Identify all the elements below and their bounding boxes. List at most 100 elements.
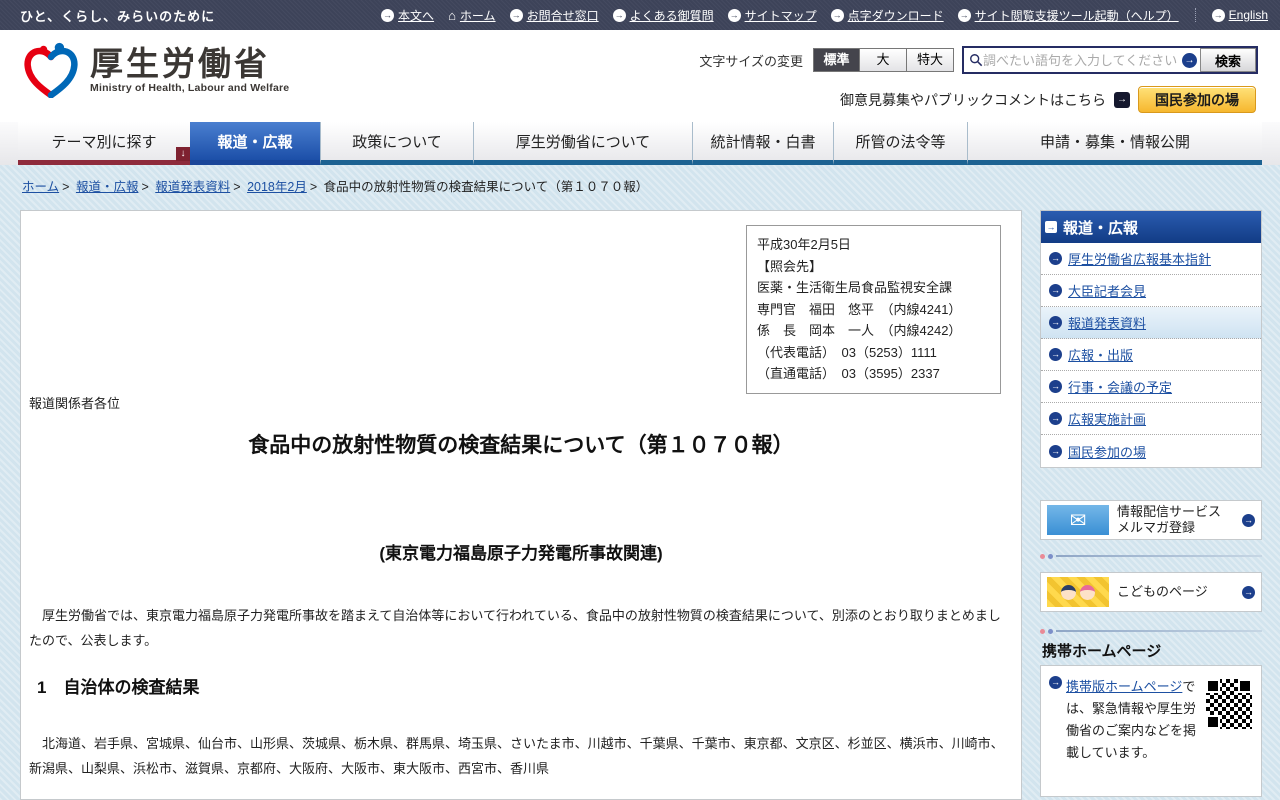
breadcrumb-press[interactable]: 報道・広報: [76, 180, 139, 194]
arrow-circle-icon: →: [1049, 348, 1062, 361]
sidebar-item-label: 行事・会議の予定: [1068, 380, 1173, 395]
top-link-english[interactable]: English: [1229, 8, 1268, 22]
tab-statistics[interactable]: 統計情報・白書: [692, 122, 833, 165]
search-go-icon: →: [1182, 52, 1197, 68]
breadcrumb-current: 食品中の放射性物質の検査結果について（第１０７０報）: [323, 180, 649, 194]
public-participation-button[interactable]: 国民参加の場: [1138, 86, 1256, 113]
arrow-circle-icon: →: [1211, 8, 1225, 22]
search-button[interactable]: 検索: [1200, 48, 1256, 72]
arrow-circle-icon: →: [1049, 252, 1062, 265]
top-utility-bar: ひと、くらし、みらいのために → 本文へ ⌂ ホーム → お問合せ窓口 → よくある御質…: [0, 0, 1280, 30]
font-size-large-button[interactable]: 大: [860, 48, 907, 72]
boy-face-icon: [1061, 584, 1076, 600]
tab-label: 報道・広報: [217, 133, 293, 151]
top-link-faq[interactable]: よくある御質問: [630, 7, 714, 24]
tab-label: 統計情報・白書: [710, 133, 816, 151]
header-tools: 文字サイズの変更 標準 大 特大 → 検索: [699, 46, 1258, 74]
sidebar-item-label: 広報・出版: [1068, 348, 1134, 363]
public-comment-row: 御意見募集やパブリックコメントはこちら → 国民参加の場: [840, 86, 1256, 113]
sidebar-item-press-releases[interactable]: → 報道発表資料: [1041, 307, 1261, 339]
mailmag-line2: メルマガ登録: [1117, 520, 1196, 535]
font-size-standard-button[interactable]: 標準: [813, 48, 860, 72]
sidebar-item-participation[interactable]: → 国民参加の場: [1041, 435, 1261, 467]
top-link-contact[interactable]: お問合せ窓口: [527, 7, 599, 24]
top-link-home[interactable]: ホーム: [460, 7, 496, 24]
global-nav: テーマ別に探す ↓ 報道・広報 政策について 厚生労働省について 統計情報・白書…: [0, 122, 1280, 165]
main-content: 平成30年2月5日 【照会先】 医薬・生活衛生局食品監視安全課 専門官 福田 悠…: [20, 210, 1022, 800]
search-bar: → 検索: [962, 46, 1258, 74]
tab-label: 申請・募集・情報公開: [1039, 133, 1190, 151]
salutation: 報道関係者各位: [29, 396, 121, 411]
contact-line: （代表電話） 03（5253）1111: [757, 344, 937, 360]
section1-body: 北海道、岩手県、宮城県、仙台市、山形県、茨城県、栃木県、群馬県、埼玉県、さいたま…: [29, 736, 1004, 776]
arrow-circle-icon: →: [1049, 316, 1062, 329]
divider: [1194, 8, 1196, 22]
tab-laws[interactable]: 所管の法令等: [833, 122, 967, 165]
contact-line: 専門官 福田 悠平 （内線4241）: [757, 301, 962, 317]
contact-line: 医薬・生活衛生局食品監視安全課: [757, 280, 953, 295]
mailmag-line1: 情報配信サービス: [1117, 504, 1222, 519]
top-link-accessibility-tool[interactable]: サイト閲覧支援ツール起動（ヘルプ）: [975, 7, 1179, 24]
breadcrumb-month[interactable]: 2018年2月: [247, 180, 307, 194]
breadcrumb: ホーム > 報道・広報 > 報道発表資料 > 2018年2月 > 食品中の放射性物質の検…: [22, 176, 648, 195]
breadcrumb-separator: >: [141, 180, 149, 194]
mobile-homepage-link[interactable]: 携帯版ホームページ: [1066, 679, 1182, 694]
divider: [1040, 628, 1262, 634]
qr-code: [1205, 678, 1253, 730]
tab-theme-search[interactable]: テーマ別に探す ↓: [18, 122, 190, 165]
divider: [1040, 553, 1262, 559]
arrow-circle-icon: →: [1049, 412, 1062, 425]
tab-label: 厚生労働省について: [515, 133, 651, 151]
home-icon: ⌂: [448, 7, 456, 23]
tab-policy[interactable]: 政策について: [320, 122, 473, 165]
sidebar-nav: → 報道・広報 → 厚生労働省広報基本指針 → 大臣記者会見 → 報道発表資料 …: [1040, 210, 1262, 468]
arrow-circle-icon: →: [1242, 513, 1255, 527]
sidebar-item-label: 報道発表資料: [1068, 316, 1147, 331]
tab-press[interactable]: 報道・広報: [190, 122, 320, 165]
mobile-homepage-box: → 携帯版ホームページでは、緊急情報や厚生労働省のご案内などを掲載しています。: [1040, 665, 1262, 797]
arrow-circle-icon: →: [1049, 380, 1062, 393]
envelope-icon: ✉: [1047, 505, 1109, 535]
arrow-circle-icon: →: [1049, 676, 1062, 689]
arrow-square-icon: →: [1114, 91, 1130, 108]
arrow-circle-icon: →: [1242, 585, 1255, 599]
sidebar-item-pr-policy[interactable]: → 厚生労働省広報基本指針: [1041, 243, 1261, 275]
search-input[interactable]: [983, 49, 1179, 71]
site-tagline: ひと、くらし、みらいのために: [20, 8, 216, 24]
arrow-circle-icon: →: [727, 8, 741, 22]
sidebar-item-label: 広報実施計画: [1068, 412, 1147, 427]
mobile-homepage-heading: 携帯ホームページ: [1042, 643, 1162, 660]
tab-applications[interactable]: 申請・募集・情報公開: [967, 122, 1262, 165]
tab-label: テーマ別に探す: [51, 133, 157, 151]
kids-page-banner[interactable]: こどものページ →: [1040, 572, 1262, 612]
font-size-xlarge-button[interactable]: 特大: [907, 48, 954, 72]
chevron-down-icon[interactable]: ↓: [176, 147, 190, 161]
sidebar-item-label: 国民参加の場: [1068, 444, 1147, 460]
tab-label: 所管の法令等: [855, 133, 946, 151]
sidebar-item-label: 大臣記者会見: [1068, 284, 1147, 299]
arrow-circle-icon: →: [830, 8, 844, 22]
sidebar-item-pr-plan[interactable]: → 広報実施計画: [1041, 403, 1261, 435]
breadcrumb-separator: >: [309, 180, 318, 194]
mailmag-banner[interactable]: ✉ 情報配信サービス メルマガ登録 →: [1040, 500, 1262, 540]
sidebar-item-minister-press[interactable]: → 大臣記者会見: [1041, 275, 1261, 307]
search-icon: [970, 54, 983, 67]
sidebar-item-label: 厚生労働省広報基本指針: [1068, 252, 1212, 267]
contact-info-box: 平成30年2月5日 【照会先】 医薬・生活衛生局食品監視安全課 専門官 福田 悠…: [746, 225, 1001, 394]
contact-line: 係 長 岡本 一人 （内線4242）: [757, 323, 962, 338]
arrow-circle-icon: →: [381, 8, 395, 22]
sidebar-item-events[interactable]: → 行事・会議の予定: [1041, 371, 1261, 403]
logo-subtitle: Ministry of Health, Labour and Welfare: [90, 82, 290, 94]
tab-about-mhlw[interactable]: 厚生労働省について: [473, 122, 692, 165]
sidebar-item-publications[interactable]: → 広報・出版: [1041, 339, 1261, 371]
tab-label: 政策について: [352, 133, 442, 151]
kids-banner-label: こどものページ: [1117, 584, 1208, 599]
sidebar-nav-title: 報道・広報: [1063, 219, 1139, 237]
breadcrumb-home[interactable]: ホーム: [22, 180, 59, 194]
top-link-braille[interactable]: 点字ダウンロード: [848, 7, 944, 24]
top-link-main-content[interactable]: 本文へ: [398, 7, 434, 24]
section1-heading: 1 自治体の検査結果: [37, 678, 200, 697]
top-link-sitemap[interactable]: サイトマップ: [745, 7, 817, 24]
breadcrumb-press-releases[interactable]: 報道発表資料: [155, 180, 230, 194]
mhlw-logo[interactable]: 厚生労働省 Ministry of Health, Labour and Wel…: [22, 42, 289, 98]
